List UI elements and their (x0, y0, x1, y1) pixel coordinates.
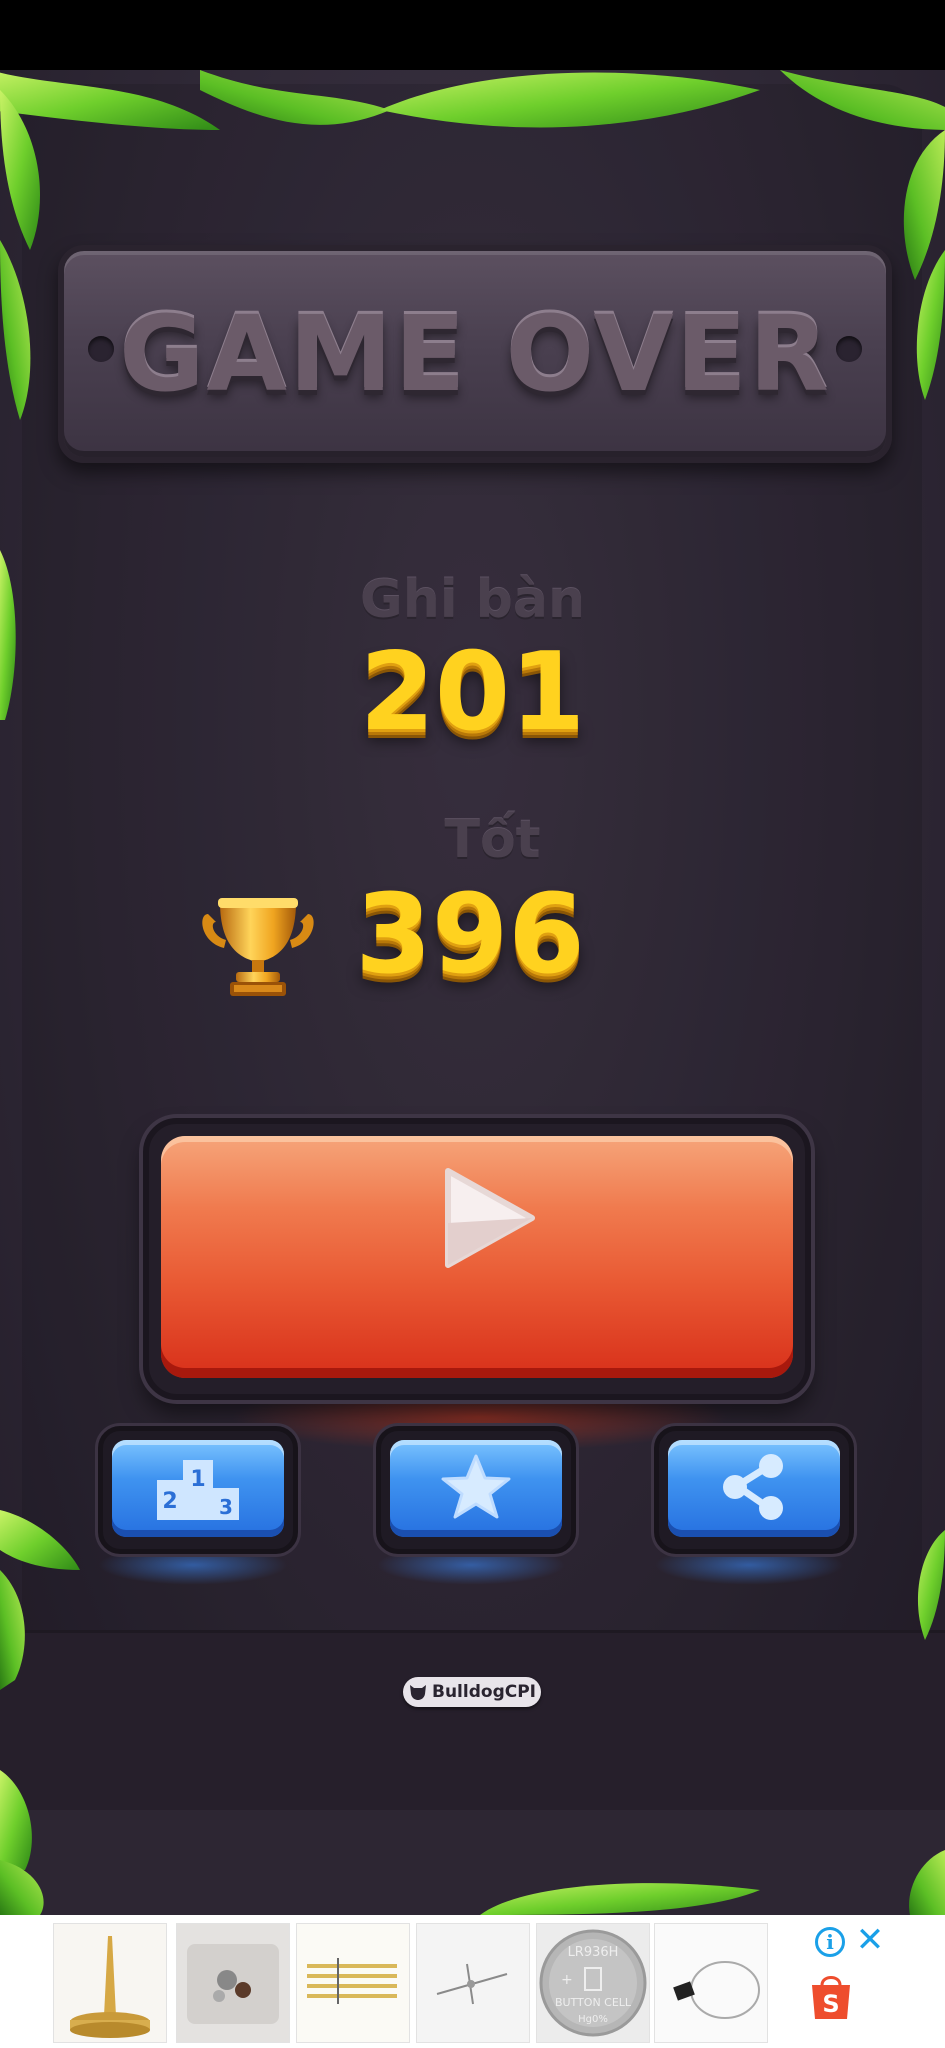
score-label: Ghi bàn (360, 570, 585, 630)
podium-first-label: 1 (190, 1467, 205, 1492)
leaderboard-button[interactable]: 1 2 3 (98, 1426, 298, 1554)
battery-type-label: BUTTON CELL (555, 1996, 632, 2009)
watch-hands-image (417, 1924, 529, 2042)
best-label: Tốt (444, 810, 541, 870)
ad-product-1[interactable] (53, 1923, 167, 2043)
podium-second-label: 2 (162, 1489, 177, 1514)
wire-loop-image (655, 1924, 767, 2042)
share-button-face[interactable] (668, 1440, 840, 1537)
podium-third-label: 3 (219, 1495, 233, 1519)
ad-banner[interactable]: LR936H BUTTON CELL Hg0% + i ✕ S (0, 1915, 945, 2048)
button-cell-battery-image: LR936H BUTTON CELL Hg0% + (537, 1924, 649, 2042)
svg-text:+: + (561, 1972, 573, 1988)
game-over-plate: GAME OVER (58, 245, 892, 463)
ad-info-icon[interactable]: i (815, 1927, 845, 1957)
ad-product-6[interactable] (654, 1923, 768, 2043)
trophy-icon (202, 898, 314, 996)
battery-model-label: LR936H (568, 1945, 619, 1960)
share-button[interactable] (654, 1426, 854, 1554)
brand-label: BulldogCPI (432, 1682, 536, 1702)
score-value: 201 (359, 630, 586, 755)
bulldog-logo-icon (410, 1685, 426, 1700)
brand-badge: BulldogCPI (403, 1677, 541, 1707)
star-icon (441, 1454, 511, 1519)
leaderboard-button-face[interactable]: 1 2 3 (112, 1440, 284, 1537)
play-icon[interactable] (440, 1163, 540, 1273)
ad-product-2[interactable] (176, 1923, 290, 2043)
battery-code-label: Hg0% (578, 2014, 608, 2025)
rate-button[interactable] (376, 1426, 576, 1554)
shopee-logo-letter: S (822, 1990, 839, 2018)
best-value: 396 (355, 870, 585, 998)
brass-pin-image (54, 1924, 166, 2042)
podium-icon: 1 2 3 (157, 1460, 239, 1520)
game-screen: GAME OVER Ghi bàn 201 Tốt 396 1 2 3 Bull… (0, 70, 945, 1915)
rate-button-face[interactable] (390, 1440, 562, 1537)
shopee-logo-icon[interactable]: S (808, 1971, 854, 2021)
game-over-title: GAME OVER (119, 293, 831, 415)
share-icon (723, 1454, 783, 1520)
ad-product-4[interactable] (416, 1923, 530, 2043)
ad-product-3[interactable] (296, 1923, 410, 2043)
ad-product-5[interactable]: LR936H BUTTON CELL Hg0% + (536, 1923, 650, 2043)
watch-parts-image (177, 1924, 289, 2042)
ad-close-icon[interactable]: ✕ (855, 1923, 885, 1957)
gold-strips-image (297, 1924, 409, 2042)
